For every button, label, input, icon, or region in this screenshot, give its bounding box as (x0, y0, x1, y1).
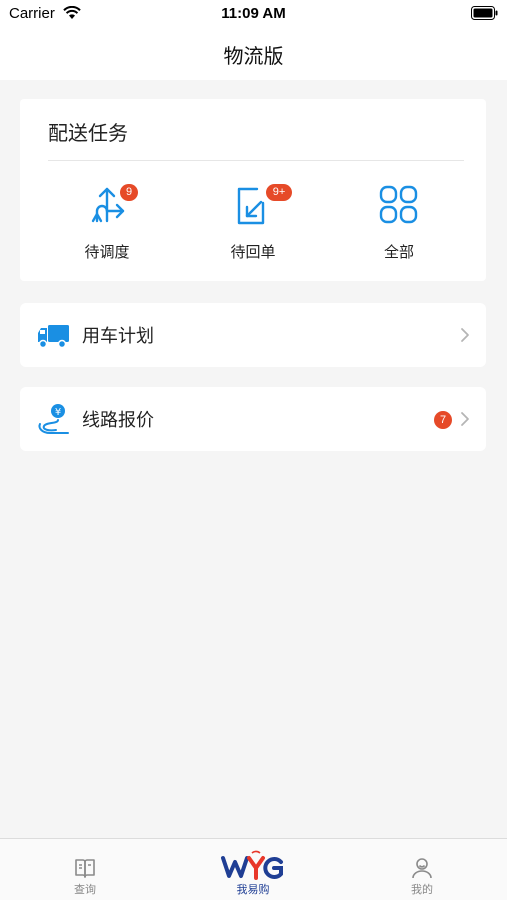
grid-all-icon (379, 185, 418, 224)
route-quote-row[interactable]: ¥ 线路报价 7 (20, 387, 486, 451)
task-pending-receipt[interactable]: 9+ 待回单 (208, 183, 298, 269)
all-tasks-label: 全部 (383, 243, 414, 261)
pending-dispatch-badge: 9 (120, 184, 138, 201)
status-time: 11:09 AM (221, 5, 286, 22)
svg-text:¥: ¥ (55, 407, 61, 418)
tab-mine-label: 我的 (411, 883, 433, 896)
tab-mine[interactable]: 我的 (362, 839, 482, 900)
route-price-icon: ¥ (38, 404, 69, 434)
task-card-title: 配送任务 (48, 121, 128, 145)
tab-wyg-label: 我易购 (236, 883, 270, 896)
chevron-right-icon (461, 412, 469, 426)
chevron-right-icon (461, 328, 469, 342)
page-title: 物流版 (223, 44, 284, 68)
pending-receipt-badge: 9+ (266, 184, 292, 201)
tab-query[interactable]: 查询 (25, 839, 145, 900)
pending-dispatch-label: 待调度 (84, 243, 130, 261)
delivery-task-card: 配送任务 9 待调度 9+ 待回单 全部 (20, 99, 486, 281)
book-icon (75, 859, 95, 878)
battery-icon (471, 6, 498, 20)
truck-icon (38, 325, 69, 349)
wyg-logo (221, 850, 283, 880)
task-pending-dispatch[interactable]: 9 待调度 (62, 183, 152, 269)
task-all[interactable]: 全部 (354, 183, 444, 269)
route-quote-badge: 7 (434, 411, 452, 429)
tab-wyg[interactable]: 我易购 (193, 839, 313, 900)
vehicle-plan-label: 用车计划 (82, 326, 154, 347)
tab-bar: 查询 我易购 我的 (0, 838, 507, 900)
status-bar: Carrier 11:09 AM (0, 0, 507, 28)
route-quote-label: 线路报价 (82, 410, 154, 431)
divider (48, 160, 464, 161)
navigation-bar: 物流版 (0, 28, 507, 80)
vehicle-plan-row[interactable]: 用车计划 (20, 303, 486, 367)
tab-query-label: 查询 (74, 883, 96, 896)
user-icon (412, 858, 432, 879)
pending-receipt-label: 待回单 (230, 243, 276, 261)
